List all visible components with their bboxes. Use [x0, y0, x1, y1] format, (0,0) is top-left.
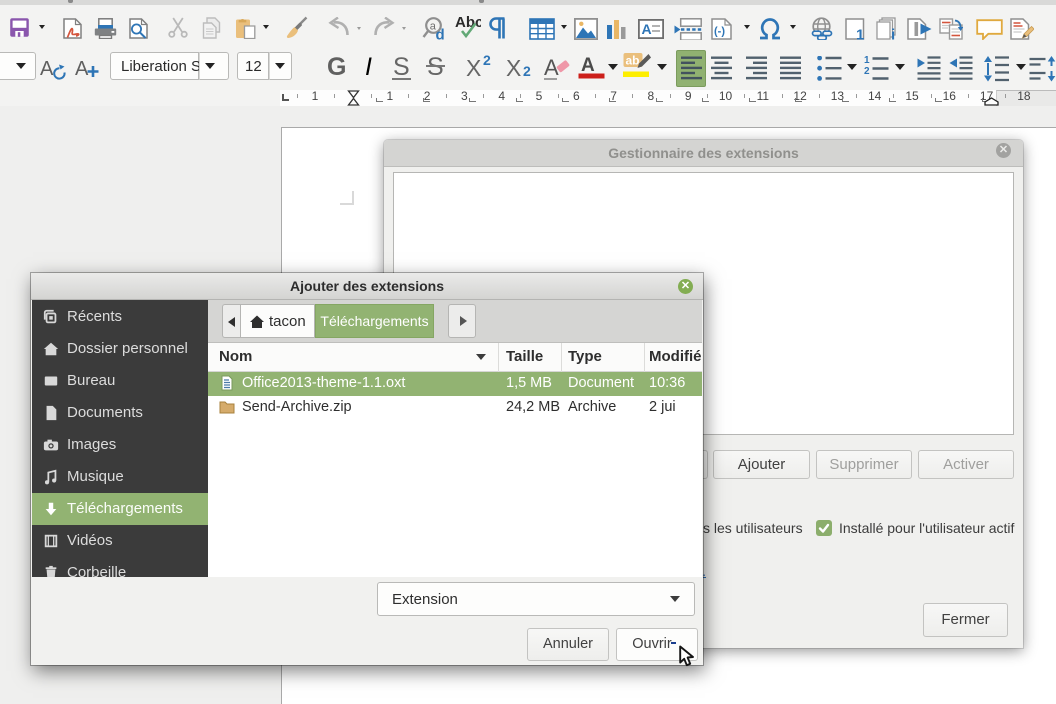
- svg-text:A: A: [75, 58, 89, 80]
- svg-text:A: A: [544, 55, 559, 80]
- svg-text:ab: ab: [626, 54, 640, 68]
- svg-text:1: 1: [856, 27, 864, 41]
- svg-text:2: 2: [864, 66, 870, 77]
- svg-text:A: A: [40, 58, 54, 80]
- svg-text:1: 1: [864, 55, 870, 66]
- svg-text:d: d: [436, 27, 445, 41]
- svg-text:i: i: [891, 27, 895, 41]
- svg-text:A: A: [642, 21, 652, 37]
- svg-text:(-): (-): [714, 26, 725, 38]
- svg-text:A: A: [581, 55, 595, 76]
- svg-text:Abc: Abc: [455, 15, 481, 31]
